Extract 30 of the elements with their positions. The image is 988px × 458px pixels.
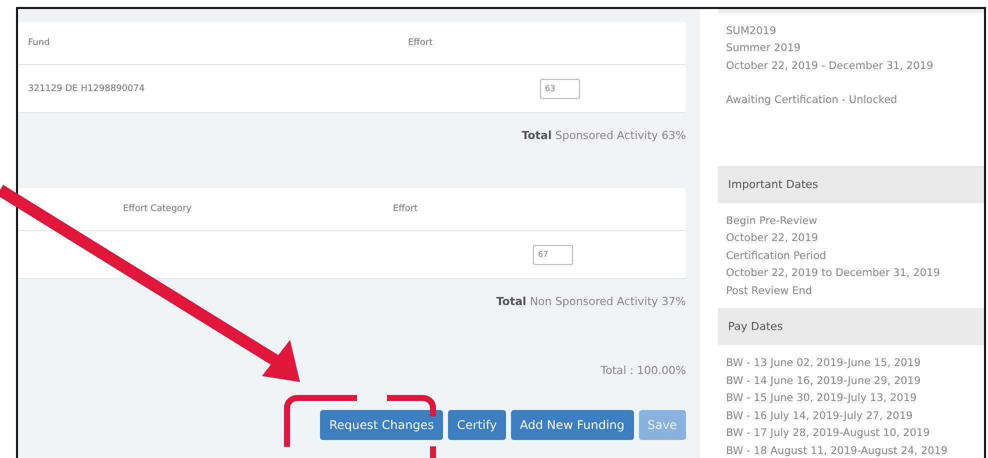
- column-header: Effort Category: [122, 204, 193, 214]
- total-text: Total Sponsored Activity 63%: [522, 129, 686, 142]
- date-text: October 22, 2019: [726, 231, 820, 246]
- date-text: BW - 15 June 30, 2019-July 13, 2019: [726, 391, 918, 406]
- column-header: Effort: [407, 38, 434, 48]
- effort-input[interactable]: 67: [533, 244, 573, 264]
- date-text: BW - 14 June 16, 2019-June 29, 2019: [726, 374, 922, 388]
- period-text: SUM2019: [726, 24, 778, 38]
- status-text: Awaiting Certification - Unlocked: [726, 93, 898, 108]
- date-text: Post Review End: [726, 284, 814, 298]
- action-button[interactable]: Add New Funding: [510, 410, 634, 440]
- effort-input[interactable]: 63: [540, 78, 580, 98]
- section-header: Important Dates: [718, 166, 984, 202]
- date-text: BW - 13 June 02, 2019-June 15, 2019: [726, 356, 922, 371]
- action-button[interactable]: Certify: [448, 410, 506, 440]
- section-header: Pay Dates: [718, 308, 984, 345]
- period-text: October 22, 2019 - December 31, 2019: [726, 58, 934, 74]
- date-text: BW - 16 July 14, 2019-July 27, 2019: [726, 408, 914, 424]
- date-text: Begin Pre-Review: [726, 214, 818, 228]
- column-header: Fund: [27, 38, 51, 48]
- grand-total: Total : 100.00%: [600, 364, 686, 377]
- action-button[interactable]: Request Changes: [320, 410, 443, 440]
- period-text: Summer 2019: [726, 41, 802, 56]
- total-text: Total Non Sponsored Activity 37%: [496, 295, 686, 308]
- fund-cell-text: 321129 DE H1298890074: [27, 84, 146, 94]
- date-text: October 22, 2019 to December 31, 2019: [726, 266, 941, 281]
- column-header: Effort: [392, 204, 419, 214]
- date-text: BW - 17 July 28, 2019-August 10, 2019: [726, 426, 931, 441]
- date-text: BW - 18 August 11, 2019-August 24, 2019: [726, 444, 949, 458]
- date-text: Certification Period: [726, 248, 828, 264]
